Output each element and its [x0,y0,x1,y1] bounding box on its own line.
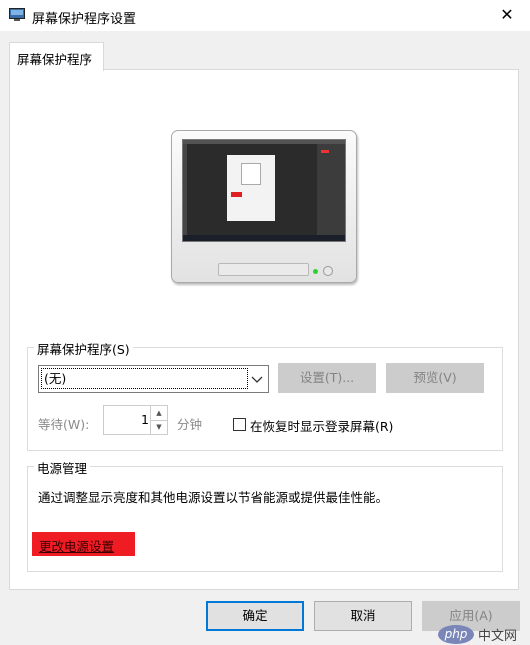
php-logo: php [438,625,474,644]
stepper-down-icon[interactable]: ▼ [151,420,167,434]
resume-login-label[interactable]: 在恢复时显示登录屏幕(R) [250,416,393,435]
cancel-button[interactable]: 取消 [314,601,412,631]
change-power-settings-link[interactable]: 更改电源设置 [32,532,135,556]
close-button[interactable]: ✕ [484,0,530,31]
window-title: 屏幕保护程序设置 [32,12,137,27]
screen-toolbar [183,144,187,236]
preview-button-label: 预览(V) [413,370,457,385]
php-logo-text: php [444,627,468,641]
stepper-up-icon[interactable]: ▲ [151,406,167,421]
settings-button-label: 设置(T)... [299,370,355,385]
power-group-legend: 电源管理 [34,458,91,477]
screensaver-group-legend: 屏幕保护程序(S) [34,339,133,358]
tab-screensaver-label: 屏幕保护程序 [17,52,93,67]
cancel-button-label: 取消 [350,608,376,623]
tab-screensaver[interactable]: 屏幕保护程序 [9,42,104,71]
wait-minutes-value: 1 [141,412,149,427]
preview-button[interactable]: 预览(V) [386,363,484,393]
close-icon: ✕ [500,5,514,24]
ok-button[interactable]: 确定 [206,601,304,631]
title-bar: 屏幕保护程序设置 ✕ [0,0,530,31]
resume-login-checkbox[interactable] [233,418,246,431]
screensaver-select-value: (无) [41,368,248,389]
ok-button-label: 确定 [242,608,268,623]
watermark-text: 中文网 [478,629,518,644]
settings-button[interactable]: 设置(T)... [278,363,376,393]
monitor-preview [171,130,357,283]
monitor-power-led [313,269,318,274]
wait-minutes-stepper[interactable]: 1 ▲ ▼ [103,405,168,435]
change-power-settings-label: 更改电源设置 [39,539,115,554]
wait-label: 等待(W): [38,417,90,432]
screen-side-panel [317,144,345,236]
power-description: 通过调整显示亮度和其他电源设置以节省能源或提供最佳性能。 [38,490,389,505]
power-group: 电源管理 [27,458,503,572]
chevron-down-icon [251,376,263,383]
monitor-power-button [323,266,333,276]
monitor-screen [182,139,346,242]
apply-button-label: 应用(A) [449,608,493,623]
screensaver-app-icon [9,8,25,21]
monitor-stand [218,263,309,276]
screensaver-select[interactable]: (无) [38,365,269,393]
stepper-arrows: ▲ ▼ [150,406,167,434]
screen-dialog [227,155,275,221]
screen-dialog-thumb [241,163,261,185]
site-watermark: php 中文网 [438,624,530,645]
screen-red-mark [321,150,329,153]
screen-taskbar [183,235,345,241]
minutes-label: 分钟 [177,417,203,432]
screen-dialog-red-mark [231,192,242,197]
